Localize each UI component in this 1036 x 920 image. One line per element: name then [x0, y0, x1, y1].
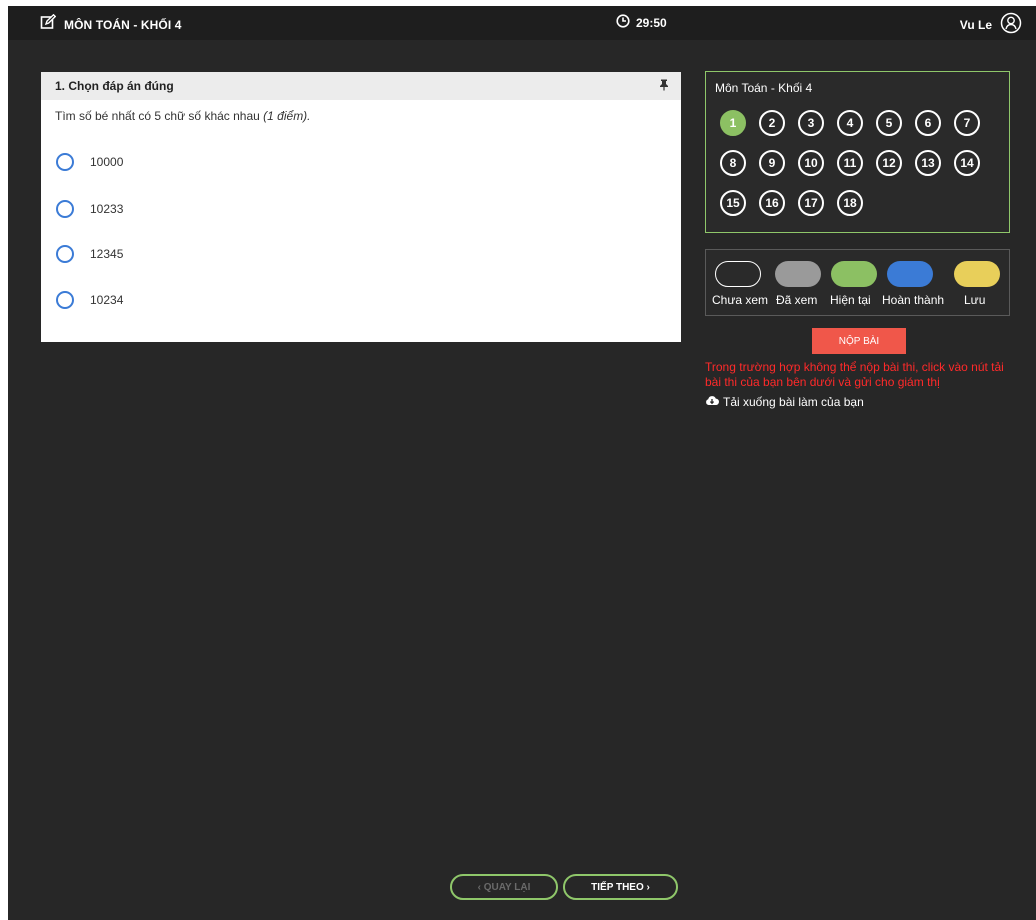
question-text: Tìm số bé nhất có 5 chữ số khác nhau (1 …	[55, 109, 311, 123]
question-number-button[interactable]: 18	[837, 190, 863, 216]
legend-label: Hoàn thành	[882, 293, 945, 307]
legend-swatch-completed	[887, 261, 933, 287]
legend-label: Hiện tại	[830, 293, 871, 307]
legend-swatch-saved	[954, 261, 1000, 287]
question-card: 1. Chọn đáp án đúng Tìm số bé nhất có 5 …	[41, 72, 681, 342]
answer-option[interactable]: 10234	[56, 291, 123, 309]
radio-button[interactable]	[56, 153, 74, 171]
question-number-button[interactable]: 3	[798, 110, 824, 136]
navigator-title: Môn Toán - Khối 4	[715, 81, 813, 95]
user-menu[interactable]: Vu Le	[960, 12, 1022, 37]
radio-button[interactable]	[56, 200, 74, 218]
legend-swatch-current	[831, 261, 877, 287]
answer-option[interactable]: 12345	[56, 245, 123, 263]
question-navigator: Môn Toán - Khối 4 1 2 3 4 5 6 7 8 9 10 1…	[705, 71, 1010, 233]
user-name: Vu Le	[959, 17, 992, 32]
answer-label: 12345	[90, 247, 124, 261]
question-number-button[interactable]: 8	[720, 150, 746, 176]
answer-label: 10000	[90, 155, 124, 169]
question-number-button[interactable]: 10	[798, 150, 824, 176]
radio-button[interactable]	[56, 291, 74, 309]
question-header: 1. Chọn đáp án đúng	[41, 72, 681, 100]
question-number-button[interactable]: 14	[954, 150, 980, 176]
question-number-button[interactable]: 15	[720, 190, 746, 216]
question-number-button[interactable]: 4	[837, 110, 863, 136]
question-number-button[interactable]: 1	[720, 110, 746, 136]
cloud-download-icon	[705, 395, 719, 409]
legend-swatch-unviewed	[715, 261, 761, 287]
user-avatar-icon[interactable]	[1000, 12, 1022, 37]
question-number-button[interactable]: 12	[876, 150, 902, 176]
submit-button[interactable]: NỘP BÀI	[812, 328, 906, 354]
question-number-button[interactable]: 11	[837, 150, 863, 176]
question-number-button[interactable]: 7	[954, 110, 980, 136]
legend-label: Lưu	[964, 293, 986, 307]
question-number-button[interactable]: 17	[798, 190, 824, 216]
download-label: Tải xuống bài làm của bạn	[723, 395, 864, 409]
question-header-label: 1. Chọn đáp án đúng	[55, 79, 174, 93]
clock-icon	[616, 14, 630, 31]
question-number-button[interactable]: 5	[876, 110, 902, 136]
legend-label: Đã xem	[776, 293, 818, 307]
exam-title: MÔN TOÁN - KHỐI 4	[64, 17, 182, 32]
edit-icon	[40, 13, 57, 35]
question-body: Tìm số bé nhất có 5 chữ số khác nhau	[55, 109, 260, 123]
submit-warning: Trong trường hợp không thể nộp bài thi, …	[705, 360, 1004, 389]
question-number-button[interactable]: 9	[759, 150, 785, 176]
timer-value: 29:50	[636, 15, 667, 30]
answer-label: 10234	[90, 293, 124, 307]
question-number-button[interactable]: 13	[915, 150, 941, 176]
exam-app: MÔN TOÁN - KHỐI 4 29:50 Vu Le 1. Chọn đá…	[8, 6, 1036, 920]
previous-button[interactable]: ‹ QUAY LẠI	[450, 874, 558, 900]
download-link[interactable]: Tải xuống bài làm của bạn	[705, 395, 864, 409]
pin-icon[interactable]	[659, 79, 669, 94]
question-points: (1 điểm).	[263, 109, 311, 123]
status-legend: Chưa xem Đã xem Hiện tại Hoàn thành Lưu	[705, 249, 1010, 316]
answer-label: 10233	[90, 202, 124, 216]
answer-option[interactable]: 10233	[56, 200, 123, 218]
top-bar: MÔN TOÁN - KHỐI 4 29:50 Vu Le	[8, 6, 1036, 40]
question-number-button[interactable]: 2	[759, 110, 785, 136]
next-button[interactable]: TIẾP THEO ›	[563, 874, 678, 900]
exam-title-group: MÔN TOÁN - KHỐI 4	[40, 13, 182, 35]
radio-button[interactable]	[56, 245, 74, 263]
timer: 29:50	[616, 14, 667, 31]
legend-swatch-viewed	[775, 261, 821, 287]
question-number-button[interactable]: 16	[759, 190, 785, 216]
answer-option[interactable]: 10000	[56, 153, 123, 171]
legend-label: Chưa xem	[712, 293, 769, 307]
question-number-button[interactable]: 6	[915, 110, 941, 136]
